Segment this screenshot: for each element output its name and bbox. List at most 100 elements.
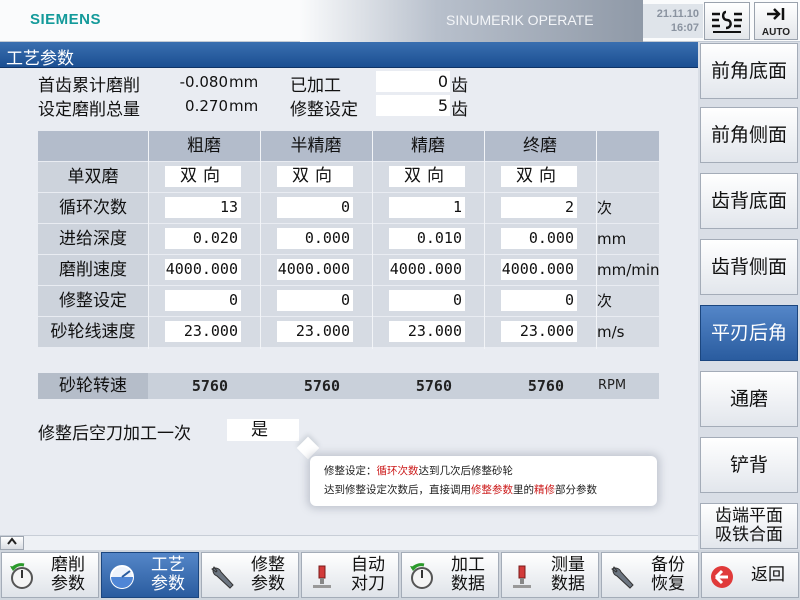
auto-label: AUTO: [761, 27, 791, 38]
parameter-field[interactable]: 4000.000: [165, 259, 241, 280]
parameter-field[interactable]: 4000.000: [389, 259, 465, 280]
wheel-speed-value: 5760: [415, 377, 452, 395]
column-header: 精磨: [411, 136, 445, 156]
help-tooltip: 修整设定：循环次数达到几次后修整砂轮 达到修整设定次数后，直接调用修整参数里的精…: [310, 456, 657, 506]
horizontal-softkey-bar: 磨削 参数 工艺 参数 修整 参数 自动 对刀 加工 数据 测量 数据 备份 恢复 返回: [0, 550, 800, 600]
channel-icon: [712, 10, 742, 33]
vertical-softkey-bar: 前角底面前角侧面齿背底面齿背侧面平刃后角通磨铲背齿端平面 吸铁合面: [698, 42, 800, 550]
side-softkey[interactable]: 前角侧面: [700, 107, 798, 163]
dress-setting-field[interactable]: 5: [376, 95, 450, 116]
grind-mode-field[interactable]: 双向: [277, 166, 353, 187]
dry-run-field[interactable]: 是: [227, 419, 299, 441]
expand-up-button[interactable]: [0, 536, 24, 550]
parameter-field[interactable]: 23.000: [501, 321, 577, 342]
total-grind-value: 0.270: [185, 97, 228, 115]
softkey-label: 返回: [740, 566, 796, 585]
row-label: 磨削速度: [38, 255, 148, 285]
parameter-field[interactable]: 23.000: [389, 321, 465, 342]
softkey-label-line: 恢复: [651, 574, 685, 594]
side-softkey[interactable]: 铲背: [700, 437, 798, 493]
datetime-display: 21.11.10 16:07: [643, 4, 703, 38]
parameter-field[interactable]: 2: [501, 197, 577, 218]
parameter-field[interactable]: 23.000: [165, 321, 241, 342]
main-panel: 首齿累计磨削 -0.080 mm 设定磨削总量 0.270 mm 已加工 0 齿…: [0, 68, 698, 535]
softkey-label: 修整 参数: [240, 556, 296, 594]
row-label: 进给深度: [38, 224, 148, 254]
cycle-icon: [408, 563, 436, 591]
parameter-field[interactable]: 0: [277, 197, 353, 218]
bottom-softkey[interactable]: 测量 数据: [501, 552, 599, 598]
column-header: 终磨: [523, 136, 557, 156]
softkey-label: 加工 数据: [440, 556, 496, 594]
parameter-field[interactable]: 1: [389, 197, 465, 218]
bottom-softkey[interactable]: 修整 参数: [201, 552, 299, 598]
total-grind-unit: mm: [229, 97, 259, 115]
tooltip-text: 达到修整设定次数后，直接调用: [324, 484, 471, 496]
parameter-field[interactable]: 13: [165, 197, 241, 218]
row-unit: mm: [597, 230, 627, 248]
parameter-field[interactable]: 0.000: [277, 228, 353, 249]
cycle-icon: [8, 563, 36, 591]
row-unit: mm/min: [597, 261, 660, 279]
screen-title-bar: 工艺参数: [0, 42, 698, 69]
wrench-icon: [208, 563, 236, 591]
parameter-field[interactable]: 4000.000: [501, 259, 577, 280]
bottom-softkey[interactable]: 返回: [701, 552, 799, 598]
softkey-label-line: 备份: [651, 555, 685, 575]
parameter-field[interactable]: 0.000: [501, 228, 577, 249]
softkey-label-line: 参数: [51, 574, 85, 594]
channel-status-button[interactable]: [704, 2, 750, 40]
processed-field[interactable]: 0: [376, 71, 450, 92]
bottom-softkey[interactable]: 备份 恢复: [601, 552, 699, 598]
dress-setting-label: 修整设定: [290, 100, 358, 120]
softkey-label-line: 测量: [551, 555, 585, 575]
product-title: SINUMERIK OPERATE: [446, 12, 594, 28]
softkey-label-line: 加工: [451, 555, 485, 575]
parameter-field[interactable]: 0: [277, 290, 353, 311]
softkey-label: 工艺 参数: [140, 556, 196, 594]
wheel-speed-label: 砂轮转速: [38, 373, 148, 399]
side-softkey[interactable]: 通磨: [700, 371, 798, 427]
parameter-field[interactable]: 0.010: [389, 228, 465, 249]
siemens-logo: SIEMENS: [30, 11, 102, 28]
header-bar: SIEMENS SINUMERIK OPERATE 21.11.10 16:07…: [0, 0, 800, 42]
bottom-softkey[interactable]: 加工 数据: [401, 552, 499, 598]
row-unit: m/s: [597, 323, 625, 341]
wheel-speed-value: 5760: [527, 377, 564, 395]
tooltip-highlight: 修整参数: [471, 484, 513, 496]
softkey-label-line: 数据: [551, 574, 585, 594]
grind-mode-field[interactable]: 双向: [389, 166, 465, 187]
tooltip-text: 部分参数: [555, 484, 597, 496]
bottom-softkey[interactable]: 自动 对刀: [301, 552, 399, 598]
softkey-label: 备份 恢复: [640, 556, 696, 594]
grind-mode-field[interactable]: 双向: [501, 166, 577, 187]
wheel-speed-value: 5760: [303, 377, 340, 395]
wheel-speed-value: 5760: [191, 377, 228, 395]
parameter-field[interactable]: 0: [389, 290, 465, 311]
parameter-field[interactable]: 0: [165, 290, 241, 311]
row-label: 循环次数: [38, 193, 148, 223]
dress-setting-unit: 齿: [451, 100, 468, 120]
tooltip-line-2: 达到修整设定次数后，直接调用修整参数里的精修部分参数: [324, 481, 597, 499]
row-unit: 次: [597, 292, 613, 310]
bottom-softkey[interactable]: 工艺 参数: [101, 552, 199, 598]
total-grind-label: 设定磨削总量: [38, 100, 140, 120]
auto-mode-button[interactable]: AUTO: [754, 2, 798, 40]
parameter-field[interactable]: 0.020: [165, 228, 241, 249]
tooltip-highlight: 循环次数: [376, 465, 419, 477]
chevron-up-icon: [7, 537, 17, 545]
side-softkey[interactable]: 齿端平面 吸铁合面: [700, 503, 798, 549]
side-softkey[interactable]: 前角底面: [700, 43, 798, 99]
bottom-softkey[interactable]: 磨削 参数: [1, 552, 99, 598]
row-unit: 次: [597, 199, 613, 217]
parameter-field[interactable]: 23.000: [277, 321, 353, 342]
parameter-field[interactable]: 0: [501, 290, 577, 311]
parameter-field[interactable]: 4000.000: [277, 259, 353, 280]
auto-arrow-icon: [767, 8, 785, 20]
processed-label: 已加工: [290, 76, 341, 96]
side-softkey[interactable]: 齿背底面: [700, 173, 798, 229]
side-softkey[interactable]: 齿背侧面: [700, 239, 798, 295]
side-softkey[interactable]: 平刃后角: [700, 305, 798, 361]
grind-mode-field[interactable]: 双向: [165, 166, 241, 187]
gauge-icon: [108, 563, 136, 591]
